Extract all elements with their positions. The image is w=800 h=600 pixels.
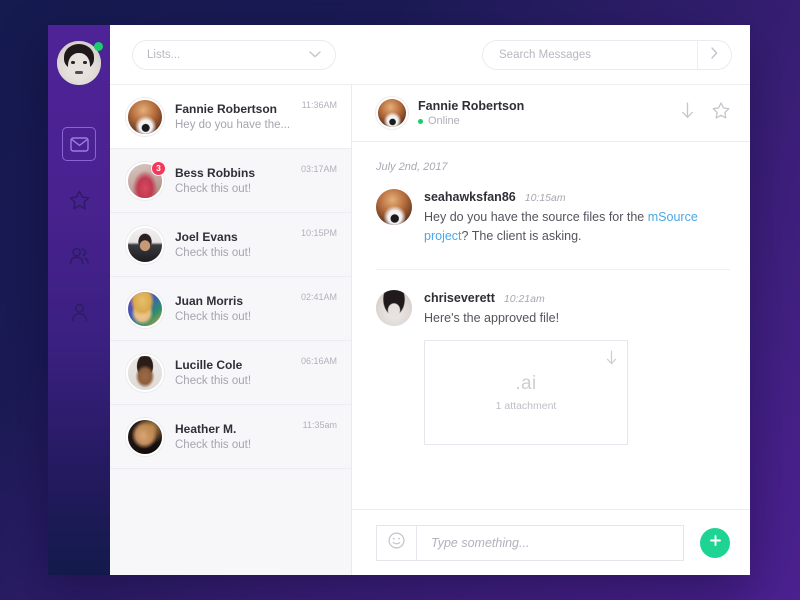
app-window: Lists... Search Messages Fannie Robertso… bbox=[48, 25, 750, 575]
conversation-preview: Hey do you have the... bbox=[175, 119, 291, 131]
conversation-preview: Check this out! bbox=[175, 183, 252, 195]
search-box bbox=[482, 39, 732, 70]
message-list: July 2nd, 2017 seahawksfan86 10:15am Hey… bbox=[352, 142, 750, 509]
avatar bbox=[126, 353, 164, 392]
conversation-time: 06:16AM bbox=[300, 356, 337, 366]
chat-contact-name: Fannie Robertson bbox=[418, 99, 525, 113]
message-composer bbox=[352, 509, 750, 575]
nav-rail bbox=[48, 25, 110, 575]
avatar bbox=[126, 289, 164, 328]
message-text: Here's the approved file! bbox=[424, 310, 560, 325]
conversation-name: Joel Evans bbox=[175, 230, 238, 244]
avatar: 3 bbox=[126, 160, 166, 200]
avatar bbox=[126, 225, 164, 264]
online-status-dot bbox=[94, 42, 103, 51]
composer-input-shell bbox=[376, 524, 684, 561]
chat-header-actions bbox=[681, 102, 730, 124]
lists-dropdown[interactable]: Lists... bbox=[132, 39, 336, 70]
smiley-icon bbox=[388, 531, 405, 554]
conversation-item[interactable]: Juan Morris Check this out! 02:41AM bbox=[110, 277, 351, 341]
message-item: chriseverett 10:21am Here's the approved… bbox=[376, 268, 730, 467]
message-item: seahawksfan86 10:15am Hey do you have th… bbox=[376, 189, 730, 269]
current-user-avatar[interactable] bbox=[57, 41, 103, 85]
nav-item-profile[interactable] bbox=[62, 295, 96, 329]
mail-icon bbox=[69, 136, 89, 152]
download-arrow-icon[interactable] bbox=[681, 102, 694, 124]
conversation-time: 03:17AM bbox=[300, 164, 337, 174]
conversation-time: 10:15PM bbox=[300, 228, 337, 238]
unread-badge: 3 bbox=[151, 160, 166, 176]
download-arrow-icon[interactable] bbox=[606, 350, 617, 370]
message-author: chriseverett bbox=[424, 290, 495, 305]
chat-panel: Fannie Robertson Online July 2nd, 2017 s… bbox=[352, 85, 750, 575]
message-text: Hey do you have the source files for the… bbox=[424, 208, 730, 247]
conversation-name: Lucille Cole bbox=[175, 358, 243, 372]
conversation-name: Juan Morris bbox=[175, 294, 244, 308]
top-bar: Lists... bbox=[110, 25, 750, 85]
conversation-item[interactable]: Heather M. Check this out! 11:35am bbox=[110, 405, 351, 469]
emoji-button[interactable] bbox=[377, 525, 417, 560]
person-icon bbox=[70, 303, 89, 322]
group-icon bbox=[68, 247, 90, 265]
conversation-item[interactable]: 3 Bess Robbins Check this out! 03:17AM bbox=[110, 149, 351, 213]
chat-header: Fannie Robertson Online bbox=[352, 85, 750, 142]
search-input[interactable] bbox=[483, 40, 697, 69]
attachment-count: 1 attachment bbox=[495, 400, 557, 413]
chevron-right-icon bbox=[711, 46, 718, 64]
message-time: 10:15am bbox=[524, 192, 566, 204]
content-row: Fannie Robertson Hey do you have the... … bbox=[110, 85, 750, 575]
nav-item-mail[interactable] bbox=[62, 127, 96, 161]
attachment-extension: .ai bbox=[515, 373, 537, 395]
avatar bbox=[126, 97, 164, 136]
message-input[interactable] bbox=[417, 525, 683, 560]
message-text-before: Hey do you have the source files for the bbox=[424, 210, 648, 224]
chevron-down-icon bbox=[309, 49, 321, 61]
star-icon[interactable] bbox=[712, 102, 730, 124]
lists-dropdown-label: Lists... bbox=[147, 48, 181, 61]
attachment-card[interactable]: .ai 1 attachment bbox=[424, 340, 628, 446]
online-status-dot bbox=[418, 118, 423, 124]
conversation-item[interactable]: Lucille Cole Check this out! 06:16AM bbox=[110, 341, 351, 405]
search-submit-button[interactable] bbox=[697, 40, 731, 69]
avatar bbox=[376, 289, 412, 326]
avatar bbox=[126, 417, 164, 456]
message-time: 10:21am bbox=[503, 292, 545, 305]
conversation-name: Bess Robbins bbox=[175, 166, 256, 180]
conversation-preview: Check this out! bbox=[175, 439, 252, 451]
conversation-time: 11:35am bbox=[302, 420, 337, 430]
send-button[interactable] bbox=[700, 527, 730, 558]
conversation-item[interactable]: Fannie Robertson Hey do you have the... … bbox=[110, 85, 351, 149]
conversation-name: Fannie Robertson bbox=[175, 102, 278, 116]
avatar bbox=[376, 189, 412, 225]
chat-contact-status: Online bbox=[418, 115, 524, 127]
conversation-item[interactable]: Joel Evans Check this out! 10:15PM bbox=[110, 213, 351, 277]
conversation-name: Heather M. bbox=[175, 422, 237, 436]
conversation-list[interactable]: Fannie Robertson Hey do you have the... … bbox=[110, 85, 352, 575]
nav-item-groups[interactable] bbox=[62, 239, 96, 273]
conversation-preview: Check this out! bbox=[175, 311, 252, 323]
conversation-time: 11:36AM bbox=[301, 100, 337, 110]
nav-item-starred[interactable] bbox=[62, 183, 96, 217]
conversation-time: 02:41AM bbox=[300, 292, 337, 302]
plus-icon bbox=[708, 533, 723, 553]
day-separator: July 2nd, 2017 bbox=[376, 161, 448, 173]
main-area: Lists... Search Messages Fannie Robertso… bbox=[110, 25, 750, 575]
avatar bbox=[376, 97, 408, 129]
chat-contact-status-label: Online bbox=[428, 115, 460, 127]
message-author: seahawksfan86 bbox=[424, 190, 516, 204]
conversation-preview: Check this out! bbox=[175, 247, 252, 259]
conversation-preview: Check this out! bbox=[175, 375, 252, 387]
message-text-after: ? The client is asking. bbox=[461, 229, 582, 244]
star-icon bbox=[69, 190, 90, 210]
